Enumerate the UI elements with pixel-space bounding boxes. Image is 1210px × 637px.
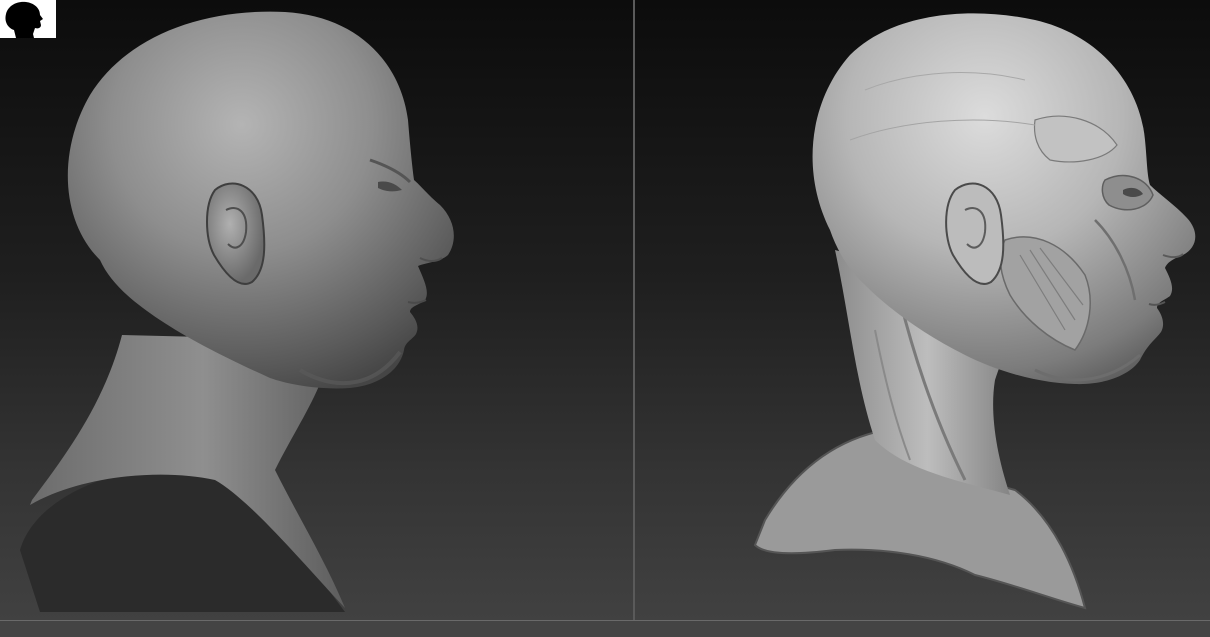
logo-badge <box>0 0 56 38</box>
skin-head-model[interactable] <box>0 0 633 620</box>
left-viewport-pane[interactable] <box>0 0 633 620</box>
ecorche-head-model[interactable] <box>635 0 1210 620</box>
right-viewport-pane[interactable] <box>635 0 1210 620</box>
canvas-viewport[interactable] <box>0 0 1210 637</box>
viewport-divider[interactable] <box>633 0 635 637</box>
head-silhouette-icon <box>5 1 43 38</box>
head-shape <box>67 11 454 389</box>
bottom-status-strip <box>0 620 1210 637</box>
